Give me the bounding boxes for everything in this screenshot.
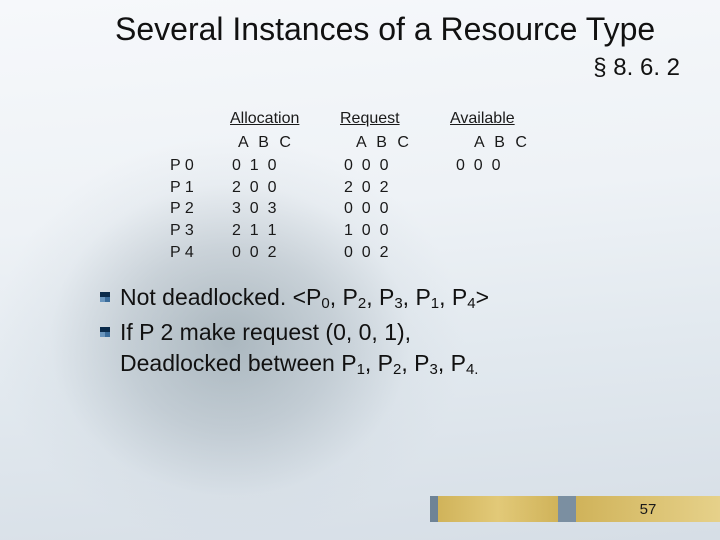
col-request: Request bbox=[340, 108, 450, 130]
resource-table: Allocation Request Available A B C A B C… bbox=[170, 108, 584, 263]
page-title: Several Instances of a Resource Type bbox=[115, 12, 675, 48]
request-cell: 0 0 0 bbox=[342, 198, 454, 220]
request-cell: 0 0 2 bbox=[342, 242, 454, 264]
alloc-cell: 2 1 1 bbox=[230, 220, 342, 242]
bullet-list: Not deadlocked. <P0, P2, P3, P1, P4> If … bbox=[100, 282, 660, 383]
footer-stripe bbox=[438, 496, 558, 522]
footer-stripe bbox=[430, 496, 438, 522]
table-body: P 0 0 1 0 0 0 0 0 0 0 P 1 2 0 0 2 0 2 P … bbox=[170, 155, 584, 263]
process-label: P 4 bbox=[170, 242, 230, 264]
request-cell: 0 0 0 bbox=[342, 155, 454, 177]
table-row: P 4 0 0 2 0 0 2 bbox=[170, 242, 584, 264]
abc-available: A B C bbox=[466, 132, 584, 154]
request-cell: 1 0 0 bbox=[342, 220, 454, 242]
col-available: Available bbox=[450, 108, 560, 130]
footer-bar: 57 bbox=[430, 496, 720, 522]
slide: Several Instances of a Resource Type § 8… bbox=[0, 0, 720, 540]
table-headers: Allocation Request Available bbox=[170, 108, 584, 130]
table-row: P 3 2 1 1 1 0 0 bbox=[170, 220, 584, 242]
section-ref: § 8. 6. 2 bbox=[593, 54, 680, 82]
bullet-text: If P 2 make request (0, 0, 1), Deadlocke… bbox=[120, 317, 660, 379]
bullet-icon bbox=[100, 292, 110, 302]
alloc-cell: 3 0 3 bbox=[230, 198, 342, 220]
abc-request: A B C bbox=[348, 132, 466, 154]
page-number: 57 bbox=[576, 496, 720, 522]
list-item: Not deadlocked. <P0, P2, P3, P1, P4> bbox=[100, 282, 660, 313]
process-label: P 0 bbox=[170, 155, 230, 177]
abc-allocation: A B C bbox=[230, 132, 348, 154]
process-label: P 2 bbox=[170, 198, 230, 220]
col-allocation: Allocation bbox=[230, 108, 340, 130]
alloc-cell: 2 0 0 bbox=[230, 177, 342, 199]
request-cell: 2 0 2 bbox=[342, 177, 454, 199]
table-subheaders: A B C A B C A B C bbox=[170, 132, 584, 154]
process-label: P 1 bbox=[170, 177, 230, 199]
list-item: If P 2 make request (0, 0, 1), Deadlocke… bbox=[100, 317, 660, 379]
available-cell: 0 0 0 bbox=[454, 155, 566, 177]
bullet-icon bbox=[100, 327, 110, 337]
process-label: P 3 bbox=[170, 220, 230, 242]
table-row: P 0 0 1 0 0 0 0 0 0 0 bbox=[170, 155, 584, 177]
bullet-text: Not deadlocked. <P0, P2, P3, P1, P4> bbox=[120, 282, 660, 313]
alloc-cell: 0 1 0 bbox=[230, 155, 342, 177]
table-row: P 2 3 0 3 0 0 0 bbox=[170, 198, 584, 220]
alloc-cell: 0 0 2 bbox=[230, 242, 342, 264]
footer-stripe bbox=[558, 496, 576, 522]
table-row: P 1 2 0 0 2 0 2 bbox=[170, 177, 584, 199]
